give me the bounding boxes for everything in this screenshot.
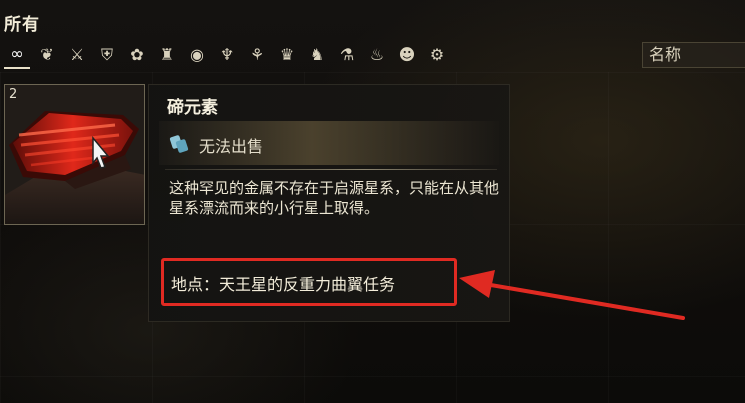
cluster-icon: ✿ (130, 45, 144, 64)
helmet-icon: ♜ (159, 45, 175, 64)
filter-tab-tripod[interactable]: ⚘ (244, 42, 270, 68)
sell-status-band: 无法出售 (159, 121, 499, 165)
filter-tab-mask[interactable]: ♛ (274, 42, 300, 68)
face-icon: ☻ (398, 45, 416, 64)
item-location: 地点：天王星的反重力曲翼任务 (171, 275, 396, 294)
claw-icon: ♞ (309, 45, 325, 64)
infinity-icon: ∞ (10, 44, 24, 63)
filter-tab-cluster[interactable]: ✿ (124, 42, 150, 68)
torch-icon: ♆ (219, 45, 235, 64)
potion-icon: ♨ (369, 45, 385, 64)
tellurium-ore-icon (5, 85, 144, 224)
sell-status-text: 无法出售 (199, 137, 264, 156)
item-name: 碲元素 (167, 98, 218, 118)
category-label: 所有 (4, 15, 40, 35)
filter-tab-armor[interactable]: ⛨ (94, 42, 120, 68)
cursor-icon (92, 136, 110, 169)
filter-tab-bar: ∞ ❦ ⚔ ⛨ ✿ ♜ ◉ ♆ ⚘ ♛ ♞ ⚗ ♨ ☻ ⚙ (4, 41, 450, 69)
tooltip-divider (165, 169, 497, 170)
filter-tab-face[interactable]: ☻ (394, 42, 420, 68)
filter-tab-all[interactable]: ∞ (4, 41, 30, 69)
armor-icon: ⛨ (100, 45, 113, 64)
filter-tab-potion[interactable]: ♨ (364, 42, 390, 68)
filter-tab-target[interactable]: ◉ (184, 42, 210, 68)
tripod-icon: ⚘ (249, 45, 265, 64)
annotation-arrow-icon (459, 270, 685, 320)
filter-tab-helmet[interactable]: ♜ (154, 42, 180, 68)
filter-tab-torch[interactable]: ♆ (214, 42, 240, 68)
mask-icon: ♛ (279, 45, 295, 64)
item-count: 2 (9, 87, 18, 102)
currency-icon (169, 135, 189, 153)
item-slot-tellurium[interactable]: 2 (4, 84, 145, 225)
filter-tab-weapons[interactable]: ⚔ (64, 42, 90, 68)
wing-icon: ❦ (40, 45, 54, 64)
target-icon: ◉ (190, 45, 204, 64)
sword-icon: ⚔ (69, 45, 85, 64)
location-highlight-box: 地点：天王星的反重力曲翼任务 (161, 258, 457, 306)
filter-tab-relic[interactable]: ⚙ (424, 42, 450, 68)
filter-tab-wings[interactable]: ❦ (34, 42, 60, 68)
filter-tab-bottle[interactable]: ⚗ (334, 42, 360, 68)
filter-tab-claw[interactable]: ♞ (304, 42, 330, 68)
bottle-icon: ⚗ (339, 45, 355, 64)
relic-icon: ⚙ (429, 45, 445, 64)
sort-dropdown[interactable]: 名称 (642, 42, 745, 68)
item-description: 这种罕见的金属不存在于启源星系，只能在从其他星系漂流而来的小行星上取得。 (169, 179, 500, 217)
